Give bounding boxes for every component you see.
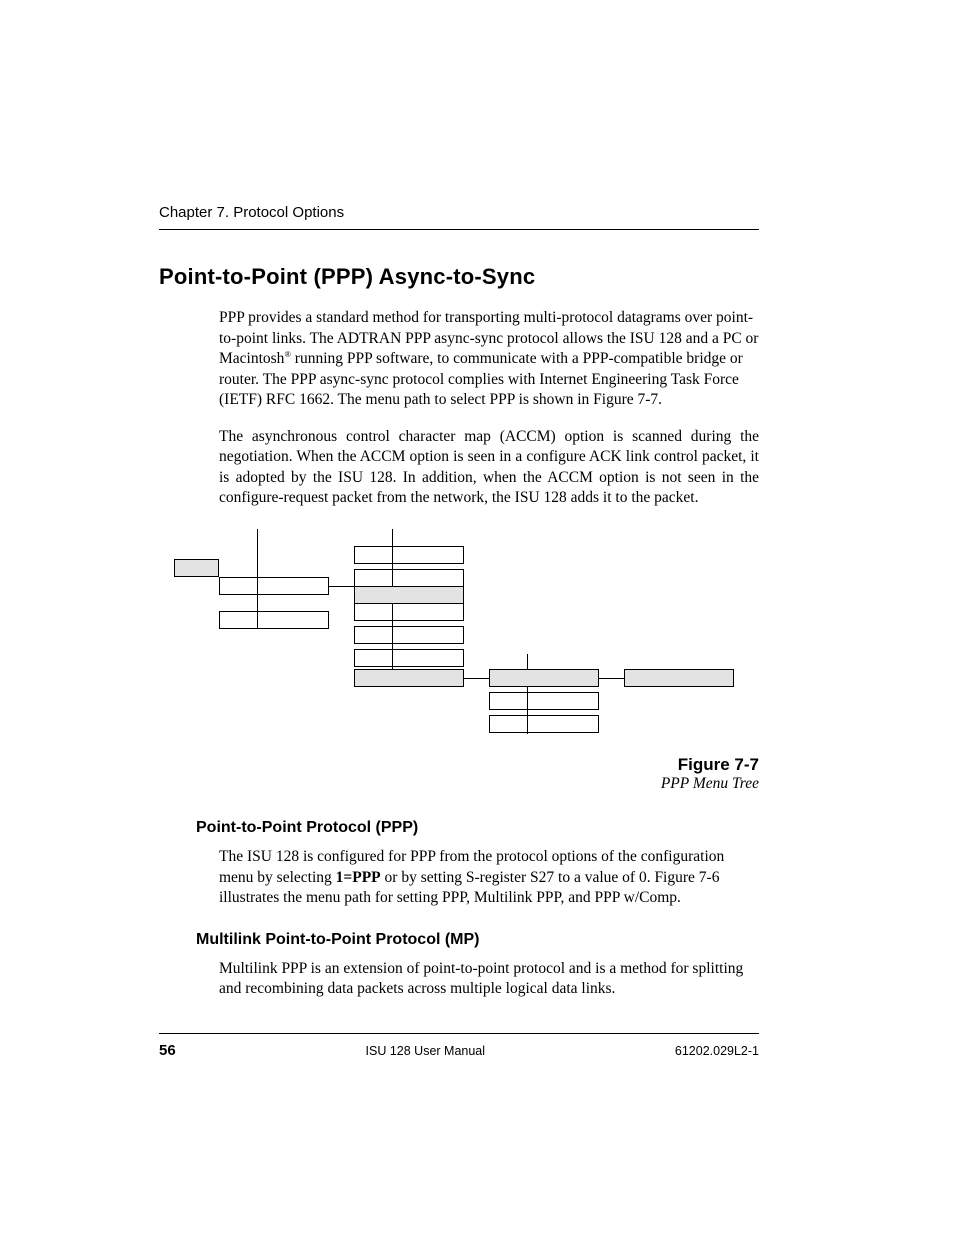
paragraph-2: The asynchronous control character map (… — [219, 427, 759, 509]
diagram-box-1 — [219, 577, 329, 595]
body-ppp: The ISU 128 is configured for PPP from t… — [219, 847, 759, 909]
running-head-rule — [159, 229, 759, 230]
diagram-box-c3-3 — [489, 715, 599, 733]
diagram-box-c2-3 — [354, 586, 464, 604]
page-number: 56 — [159, 1042, 176, 1059]
diagram-hline-2 — [464, 678, 489, 679]
paragraph-1: PPP provides a standard method for trans… — [219, 308, 759, 411]
page-footer: 56 ISU 128 User Manual 61202.029L2-1 — [159, 1033, 759, 1059]
body-column: PPP provides a standard method for trans… — [219, 308, 759, 793]
diagram-box-2 — [219, 611, 329, 629]
paragraph-4: Multilink PPP is an extension of point-t… — [219, 959, 759, 1000]
running-head: Chapter 7. Protocol Options — [159, 204, 759, 221]
footer-center: ISU 128 User Manual — [366, 1044, 486, 1058]
section-heading: Point-to-Point (PPP) Async-to-Sync — [159, 264, 759, 290]
diagram-stub-col1 — [174, 559, 219, 577]
para-1b: running PPP software, to communicate wit… — [219, 350, 743, 408]
subheading-mp: Multilink Point-to-Point Protocol (MP) — [196, 931, 759, 949]
figure-number: Figure 7-7 — [219, 755, 759, 775]
diagram-hline-1 — [329, 586, 354, 587]
para-3-bold: 1=PPP — [336, 869, 381, 886]
paragraph-3: The ISU 128 is configured for PPP from t… — [219, 847, 759, 909]
diagram-box-c2-6 — [354, 649, 464, 667]
diagram-box-c2-7 — [354, 669, 464, 687]
figure-diagram — [219, 529, 759, 749]
figure-title: PPP Menu Tree — [219, 775, 759, 793]
subheading-ppp: Point-to-Point Protocol (PPP) — [196, 819, 759, 837]
body-mp: Multilink PPP is an extension of point-t… — [219, 959, 759, 1000]
footer-rule — [159, 1033, 759, 1034]
diagram-box-c2-2 — [354, 569, 464, 587]
figure-caption: Figure 7-7 PPP Menu Tree — [219, 755, 759, 793]
diagram-box-c2-5 — [354, 626, 464, 644]
diagram-box-c3-2 — [489, 692, 599, 710]
footer-right: 61202.029L2-1 — [675, 1044, 759, 1058]
page-body: Chapter 7. Protocol Options Point-to-Poi… — [159, 204, 759, 1059]
footer-line: 56 ISU 128 User Manual 61202.029L2-1 — [159, 1042, 759, 1059]
diagram-box-c2-1 — [354, 546, 464, 564]
diagram-box-c4-1 — [624, 669, 734, 687]
diagram-box-c3-1 — [489, 669, 599, 687]
diagram-hline-3 — [599, 678, 624, 679]
diagram-box-c2-4 — [354, 603, 464, 621]
